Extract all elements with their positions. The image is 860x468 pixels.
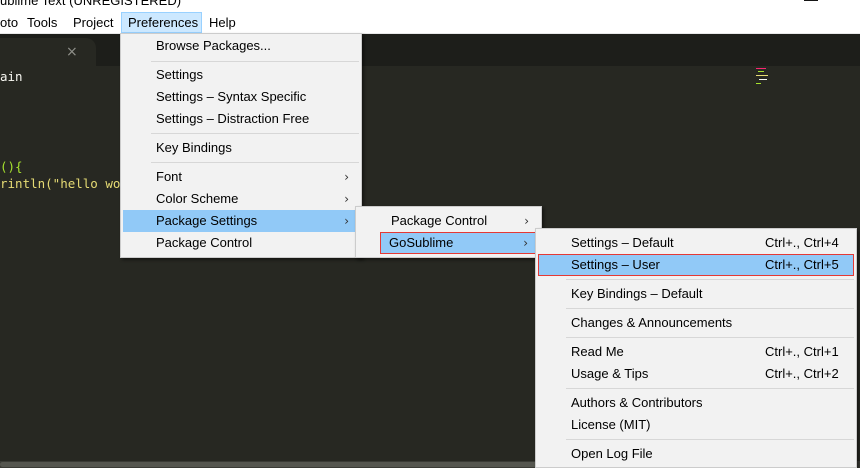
menu-item-label: Key Bindings — [156, 140, 232, 155]
menu-item-shortcut: Ctrl+., Ctrl+4 — [765, 235, 839, 250]
menu-preferences[interactable]: Preferences — [121, 12, 202, 33]
menu-item-read-me[interactable]: Read Me Ctrl+., Ctrl+1 — [538, 341, 854, 363]
preferences-menu: Browse Packages... Settings Settings – S… — [120, 33, 362, 258]
submenu-arrow-icon: › — [344, 170, 349, 184]
menu-item-label: Changes & Announcements — [571, 315, 733, 330]
menu-item-authors[interactable]: Authors & Contributors — [538, 392, 854, 414]
menu-tools[interactable]: Tools — [21, 12, 63, 33]
menu-item-settings[interactable]: Settings — [123, 64, 359, 86]
menu-separator — [566, 388, 854, 389]
menu-item-label: Authors & Contributors — [571, 395, 703, 410]
menu-item-label: Package Settings — [156, 213, 258, 228]
menu-item-label: License (MIT) — [571, 417, 651, 432]
menu-item-settings-user[interactable]: Settings – User Ctrl+., Ctrl+5 — [538, 254, 854, 276]
menu-item-label: Settings – Default — [571, 235, 674, 250]
menu-item-label: Package Control — [156, 235, 253, 250]
menu-item-label: Open Log File — [571, 446, 653, 461]
code-line-main: ain — [0, 69, 23, 84]
menu-item-label: Settings – Syntax Specific — [156, 89, 307, 104]
menu-project[interactable]: Project — [67, 12, 119, 33]
menu-item-changes[interactable]: Changes & Announcements — [538, 312, 854, 334]
menu-item-label: Font — [156, 169, 183, 184]
menu-item-package-control-settings[interactable]: Package Control › — [358, 210, 539, 232]
menu-item-package-settings[interactable]: Package Settings › — [123, 210, 359, 232]
scrollbar-thumb[interactable] — [0, 462, 540, 467]
file-tab[interactable]: × — [0, 38, 96, 66]
menu-item-label: Settings – User — [571, 257, 660, 272]
menu-item-settings-syntax[interactable]: Settings – Syntax Specific — [123, 86, 359, 108]
title-bar: ublime Text (UNREGISTERED) — — [0, 0, 860, 12]
menu-item-label: Color Scheme — [156, 191, 239, 206]
menu-item-color-scheme[interactable]: Color Scheme › — [123, 188, 359, 210]
menu-separator — [151, 61, 359, 62]
menu-item-font[interactable]: Font › — [123, 166, 359, 188]
menu-separator — [566, 337, 854, 338]
menu-help[interactable]: Help — [203, 12, 242, 33]
menu-separator — [566, 439, 854, 440]
menu-item-package-control[interactable]: Package Control — [123, 232, 359, 254]
menu-item-usage-tips[interactable]: Usage & Tips Ctrl+., Ctrl+2 — [538, 363, 854, 385]
menu-item-label: Settings – Distraction Free — [156, 111, 310, 126]
menu-separator — [566, 279, 854, 280]
menu-item-label: GoSublime — [389, 235, 454, 250]
menu-item-shortcut: Ctrl+., Ctrl+2 — [765, 366, 839, 381]
menu-item-label: Package Control — [391, 213, 488, 228]
code-println-text: rintln("hello wor — [0, 176, 128, 191]
gosublime-submenu: Settings – Default Ctrl+., Ctrl+4 Settin… — [535, 228, 857, 468]
menu-item-key-bindings[interactable]: Key Bindings — [123, 137, 359, 159]
submenu-arrow-icon: › — [344, 192, 349, 206]
code-line-func: (){ — [0, 159, 23, 174]
menu-item-settings-distraction-free[interactable]: Settings – Distraction Free — [123, 108, 359, 130]
menu-bar: oto Tools Project Preferences Help — [0, 12, 860, 34]
close-tab-icon[interactable]: × — [66, 44, 78, 60]
menu-separator — [151, 162, 359, 163]
minimize-icon[interactable]: — — [804, 0, 818, 7]
menu-item-gosublime[interactable]: GoSublime › — [380, 232, 538, 254]
code-line-println: rintln("hello wor — [0, 175, 128, 193]
menu-separator — [151, 133, 359, 134]
menu-item-label: Browse Packages... — [156, 38, 271, 53]
menu-item-license[interactable]: License (MIT) — [538, 414, 854, 436]
menu-item-key-bindings-default[interactable]: Key Bindings – Default — [538, 283, 854, 305]
minimap[interactable] — [756, 68, 770, 90]
menu-item-open-log-file[interactable]: Open Log File — [538, 443, 854, 465]
submenu-arrow-icon: › — [523, 236, 528, 250]
menu-item-label: Read Me — [571, 344, 624, 359]
window-title: ublime Text (UNREGISTERED) — [0, 0, 182, 8]
menu-item-shortcut: Ctrl+., Ctrl+5 — [765, 257, 839, 272]
menu-item-label: Usage & Tips — [571, 366, 649, 381]
submenu-arrow-icon: › — [344, 214, 349, 228]
menu-item-shortcut: Ctrl+., Ctrl+1 — [765, 344, 839, 359]
submenu-arrow-icon: › — [524, 214, 529, 228]
menu-item-browse-packages[interactable]: Browse Packages... — [123, 35, 359, 57]
menu-item-label: Settings — [156, 67, 203, 82]
menu-item-settings-default[interactable]: Settings – Default Ctrl+., Ctrl+4 — [538, 232, 854, 254]
package-settings-submenu: Package Control › GoSublime › — [355, 206, 542, 258]
menu-item-label: Key Bindings – Default — [571, 286, 703, 301]
menu-separator — [566, 308, 854, 309]
